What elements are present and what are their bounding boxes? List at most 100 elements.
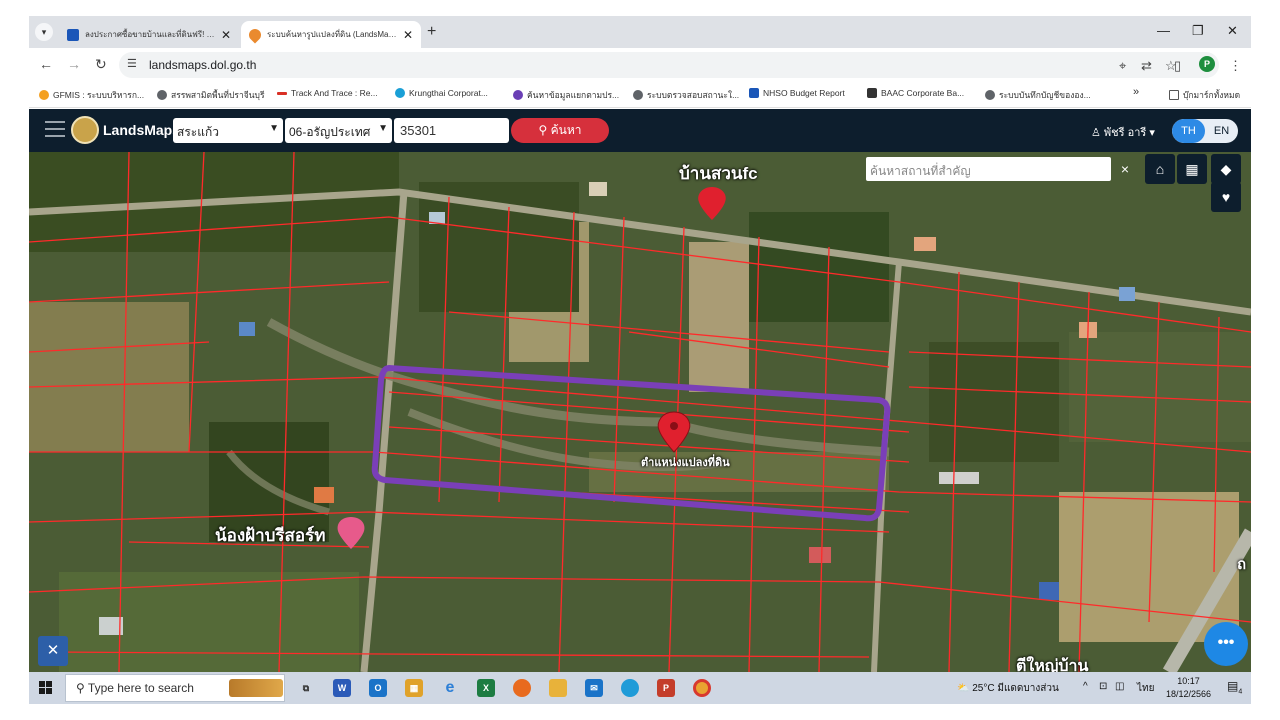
tab-search-icon[interactable]: ▾ — [35, 23, 53, 41]
word-icon[interactable]: W — [333, 679, 351, 697]
mail-icon[interactable]: ✉ — [585, 679, 603, 697]
bookmark-item[interactable]: Track And Trace : Re... — [277, 88, 378, 98]
parcel-number-input[interactable]: 35301 — [394, 118, 509, 143]
forward-icon[interactable]: → — [67, 56, 81, 72]
bookmark-item[interactable]: ระบบตรวจสอบสถานะใ... — [633, 88, 739, 102]
back-icon[interactable]: ← — [39, 56, 53, 72]
app-logo-text: LandsMaps — [103, 122, 181, 138]
bookmarks-bar: GFMIS : ระบบบริหารก... สรรพสามิตพื้นที่ป… — [29, 82, 1251, 108]
close-tab-icon[interactable]: ✕ — [221, 28, 231, 42]
folder-icon — [1169, 90, 1179, 100]
dol-logo — [71, 116, 99, 144]
tab-landsmaps[interactable]: ระบบค้นหารูปแปลงที่ดิน (LandsMaps) ✕ — [241, 21, 421, 48]
screen: ▾ ลงประกาศซื้อขายบ้านและที่ดินฟรี! | ...… — [29, 16, 1251, 704]
powerpoint-icon[interactable]: P — [657, 679, 675, 697]
language-toggle: TH EN — [1172, 119, 1238, 143]
map-pin-icon — [246, 26, 264, 43]
bookmark-item[interactable]: ระบบบันทึกบัญชีขององ... — [985, 88, 1091, 102]
search-icon: ⚲ — [538, 123, 551, 137]
url-text[interactable]: landsmaps.dol.go.th — [149, 58, 256, 72]
network-icon[interactable]: ⊡ — [1099, 681, 1107, 692]
edge-legacy-icon[interactable]: e — [441, 679, 459, 697]
search-button-label: ค้นหา — [550, 123, 582, 137]
maximize-icon[interactable]: ❐ — [1192, 23, 1204, 39]
search-button[interactable]: ⚲ ค้นหา — [511, 118, 609, 143]
search-icon: ⚲ — [76, 681, 88, 695]
clear-search-icon[interactable]: × — [1113, 157, 1137, 181]
bookmark-label: Track And Trace : Re... — [291, 88, 378, 98]
bookmark-label: NHSO Budget Report — [763, 88, 845, 98]
all-bookmarks-folder[interactable]: บุ๊กมาร์กทั้งหมด — [1169, 88, 1240, 102]
profile-avatar[interactable]: P — [1199, 56, 1215, 72]
lang-th-button[interactable]: TH — [1172, 119, 1205, 143]
globe-icon — [985, 90, 995, 100]
windows-start-icon[interactable] — [39, 681, 53, 695]
layers-icon[interactable]: ◆ — [1211, 154, 1241, 184]
address-bar-row: ← → ↻ ☰ landsmaps.dol.go.th ⌖ ⇄ ☆ ▯ P ⋮ — [29, 48, 1251, 82]
district-select[interactable]: 06-อรัญประเทศ ▼ — [285, 118, 392, 143]
taskbar-search-placeholder: Type here to search — [87, 681, 194, 695]
favorite-heart-icon[interactable]: ♥ — [1211, 182, 1241, 212]
grid-table-icon[interactable]: ▦ — [1177, 154, 1207, 184]
landmark-search-input[interactable]: ค้นหาสถานที่สำคัญ — [866, 157, 1111, 181]
show-hidden-icons[interactable]: ^ — [1083, 681, 1088, 692]
notification-icon[interactable]: ▤4 — [1227, 679, 1242, 695]
task-view-icon[interactable]: ⧉ — [297, 679, 315, 697]
close-window-icon[interactable]: ✕ — [1227, 23, 1238, 39]
tab-title: ลงประกาศซื้อขายบ้านและที่ดินฟรี! | ... — [85, 30, 215, 39]
map-view[interactable]: บ้านสวนfc ตำแหน่งแปลงที่ดิน น้องฝ้าบรีสอ… — [29, 152, 1251, 672]
bookmark-label: ระบบบันทึกบัญชีขององ... — [999, 90, 1091, 100]
bookmark-favicon — [513, 90, 523, 100]
bookmark-label: GFMIS : ระบบบริหารก... — [53, 90, 145, 100]
menu-icon[interactable] — [45, 121, 65, 137]
clock-time: 10:17 — [1177, 676, 1200, 686]
calendar-app-icon[interactable]: ▦ — [405, 679, 423, 697]
file-explorer-icon[interactable] — [549, 679, 567, 697]
map-label-resort: น้องฝ้าบรีสอร์ท — [215, 526, 326, 545]
home-icon[interactable]: ⌂ — [1145, 154, 1175, 184]
more-menu-icon[interactable]: ⋮ — [1229, 58, 1242, 74]
bookmark-item[interactable]: NHSO Budget Report — [749, 88, 845, 98]
tab-landing[interactable]: ลงประกาศซื้อขายบ้านและที่ดินฟรี! | ... ✕ — [59, 21, 239, 48]
translate-icon[interactable]: ⇄ — [1141, 58, 1152, 74]
close-tab-icon[interactable]: ✕ — [403, 28, 413, 42]
firefox-icon[interactable] — [513, 679, 531, 697]
province-select[interactable]: สระแก้ว ▼ — [173, 118, 283, 143]
globe-icon — [633, 90, 643, 100]
tab-strip: ▾ ลงประกาศซื้อขายบ้านและที่ดินฟรี! | ...… — [29, 16, 1251, 48]
edge-icon[interactable] — [621, 679, 639, 697]
outlook-icon[interactable]: O — [369, 679, 387, 697]
province-value: สระแก้ว — [177, 125, 219, 139]
bookmark-item[interactable]: Krungthai Corporat... — [395, 88, 488, 98]
location-blocked-icon[interactable]: ⌖ — [1119, 58, 1126, 74]
side-panel-icon[interactable]: ▯ — [1174, 58, 1181, 74]
user-menu[interactable]: ♙ พัชรี อารี ▾ — [1091, 123, 1155, 141]
measure-tools-icon[interactable]: ✕ — [38, 636, 68, 666]
site-info-icon[interactable]: ☰ — [127, 57, 137, 70]
weather-widget[interactable]: ⛅ 25°C มีแดดบางส่วน — [957, 681, 1059, 696]
reload-icon[interactable]: ↻ — [95, 56, 107, 73]
bookmarks-overflow-button[interactable]: » — [1133, 86, 1139, 98]
bookmark-label: BAAC Corporate Ba... — [881, 88, 965, 98]
globe-icon — [157, 90, 167, 100]
satellite-map — [29, 152, 1251, 672]
lang-en-button[interactable]: EN — [1205, 119, 1238, 143]
sun-cloud-icon: ⛅ — [957, 683, 973, 694]
speaker-icon[interactable]: ◫ — [1115, 681, 1124, 692]
weather-text: 25°C มีแดดบางส่วน — [972, 683, 1059, 694]
bookmark-item[interactable]: ค้นหาข้อมูลแยกตามปร... — [513, 88, 619, 102]
omnibox[interactable]: ☰ landsmaps.dol.go.th ⌖ ⇄ ☆ — [119, 52, 1219, 78]
bookmark-item[interactable]: สรรพสามิตพื้นที่ปราจีนบุรี — [157, 88, 265, 102]
clock-date: 18/12/2566 — [1166, 689, 1212, 699]
search-highlight-icon[interactable] — [229, 679, 283, 697]
minimize-icon[interactable]: — — [1157, 23, 1170, 38]
new-tab-button[interactable]: + — [427, 23, 436, 41]
more-actions-button[interactable]: ••• — [1204, 622, 1248, 666]
bookmark-item[interactable]: GFMIS : ระบบบริหารก... — [39, 88, 144, 102]
bookmark-favicon — [867, 88, 877, 98]
clock[interactable]: 10:17 18/12/2566 — [1166, 675, 1211, 701]
chrome-icon[interactable] — [693, 679, 711, 697]
input-language[interactable]: ไทย — [1137, 681, 1154, 696]
bookmark-item[interactable]: BAAC Corporate Ba... — [867, 88, 964, 98]
excel-icon[interactable]: X — [477, 679, 495, 697]
